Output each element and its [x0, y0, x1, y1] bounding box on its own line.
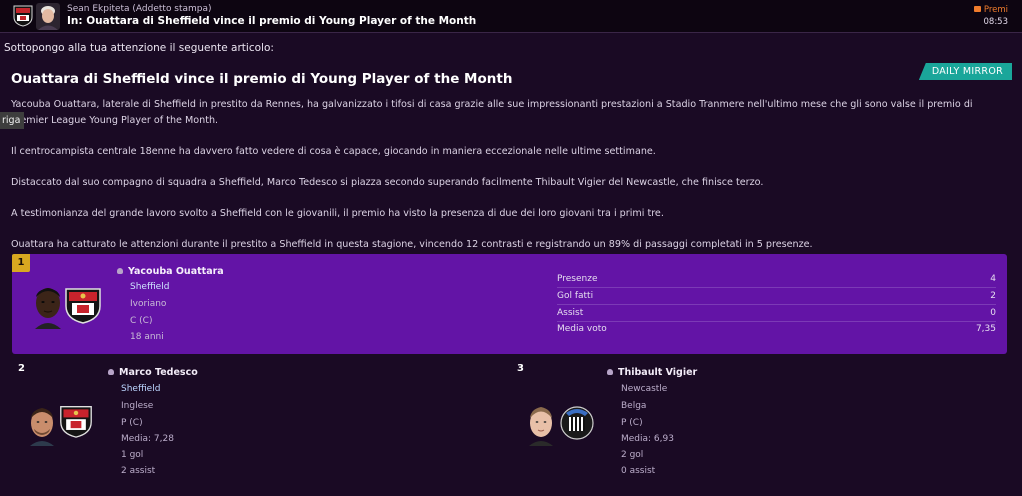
- second-position: P (C): [121, 418, 143, 428]
- winner-name-text: Yacouba Ouattara: [128, 266, 224, 277]
- article-paragraph-5: Ouattara ha catturato le attenzioni dura…: [11, 239, 813, 250]
- second-nationality: Inglese: [121, 401, 154, 411]
- newspaper-badge: DAILY MIRROR: [918, 63, 1012, 80]
- club-crest-icon[interactable]: [13, 5, 33, 27]
- stat-divider: [557, 321, 996, 322]
- third-position: P (C): [621, 418, 643, 428]
- stat-value-goals: 2: [990, 291, 996, 301]
- winner-club[interactable]: Sheffield: [130, 282, 169, 292]
- message-subject: In: Ouattara di Sheffield vince il premi…: [67, 15, 477, 27]
- article-paragraph-3: Distaccato dal suo compagno di squadra a…: [11, 177, 764, 188]
- stat-value-assists: 0: [990, 308, 996, 318]
- stat-label-assists: Assist: [557, 308, 584, 318]
- message-header: Sean Ekpiteta (Addetto stampa) In: Ouatt…: [0, 0, 1022, 33]
- stat-divider: [557, 287, 996, 288]
- third-club[interactable]: Newcastle: [621, 384, 667, 394]
- winner-name[interactable]: Yacouba Ouattara: [117, 266, 224, 277]
- second-name-text: Marco Tedesco: [119, 367, 198, 378]
- person-icon: [607, 369, 613, 375]
- category-label: Premi: [973, 5, 1008, 15]
- trophy-icon: [973, 6, 981, 12]
- second-assists: 2 assist: [121, 466, 156, 476]
- row-tooltip: riga: [0, 112, 24, 129]
- player-face-avatar[interactable]: [25, 404, 59, 446]
- rank-number-2: 2: [18, 363, 25, 374]
- winner-card[interactable]: 1 Yacouba Ouattara Sheffield Ivoriano C …: [12, 254, 1007, 354]
- stat-label-apps: Presenze: [557, 274, 598, 284]
- person-icon: [108, 369, 114, 375]
- paragraph-1-line-2: Premier League Young Player of the Month…: [11, 115, 219, 126]
- stat-value-rating: 7,35: [975, 324, 996, 334]
- sender-avatar[interactable]: [36, 3, 60, 30]
- third-assists: 0 assist: [621, 466, 656, 476]
- winner-age: 18 anni: [130, 332, 164, 342]
- stat-value-apps: 4: [990, 274, 996, 284]
- winner-position: C (C): [130, 316, 153, 326]
- stat-label-goals: Gol fatti: [557, 291, 594, 301]
- article-paragraph-1-cont: Premier League Young Player of the Month…: [11, 115, 218, 126]
- third-goals: 2 gol: [621, 450, 644, 460]
- sender-name[interactable]: Sean Ekpiteta (Addetto stampa): [67, 4, 212, 14]
- paragraph-1-line-1: Yacouba Ouattara, laterale di Sheffield …: [11, 99, 973, 110]
- category-text: Premi: [983, 5, 1008, 15]
- second-name[interactable]: Marco Tedesco: [108, 367, 198, 378]
- article-paragraph-2: Il centrocampista centrale 18enne ha dav…: [11, 146, 656, 157]
- player-face-avatar[interactable]: [29, 283, 67, 329]
- second-rating: Media: 7,28: [121, 434, 174, 444]
- message-time: 08:53: [983, 17, 1009, 27]
- person-icon: [117, 268, 123, 274]
- second-club[interactable]: Sheffield: [121, 384, 160, 394]
- article-paragraph-1: Yacouba Ouattara, laterale di Sheffield …: [11, 99, 973, 110]
- third-rating: Media: 6,93: [621, 434, 674, 444]
- article-paragraph-4: A testimonianza del grande lavoro svolto…: [11, 208, 664, 219]
- third-name-text: Thibault Vigier: [618, 367, 698, 378]
- article-headline: Ouattara di Sheffield vince il premio di…: [11, 71, 513, 87]
- third-nationality: Belga: [621, 401, 647, 411]
- third-name[interactable]: Thibault Vigier: [607, 367, 697, 378]
- intro-text: Sottopongo alla tua attenzione il seguen…: [4, 42, 274, 54]
- player-face-avatar[interactable]: [524, 404, 558, 446]
- stat-label-rating: Media voto: [557, 324, 607, 334]
- rank-badge: 1: [12, 254, 30, 272]
- rank-number-3: 3: [517, 363, 524, 374]
- second-goals: 1 gol: [121, 450, 144, 460]
- club-crest-icon[interactable]: [64, 286, 102, 324]
- club-crest-icon[interactable]: [59, 404, 93, 438]
- club-crest-icon[interactable]: [558, 403, 596, 441]
- winner-nationality: Ivoriano: [130, 299, 167, 309]
- stat-divider: [557, 304, 996, 305]
